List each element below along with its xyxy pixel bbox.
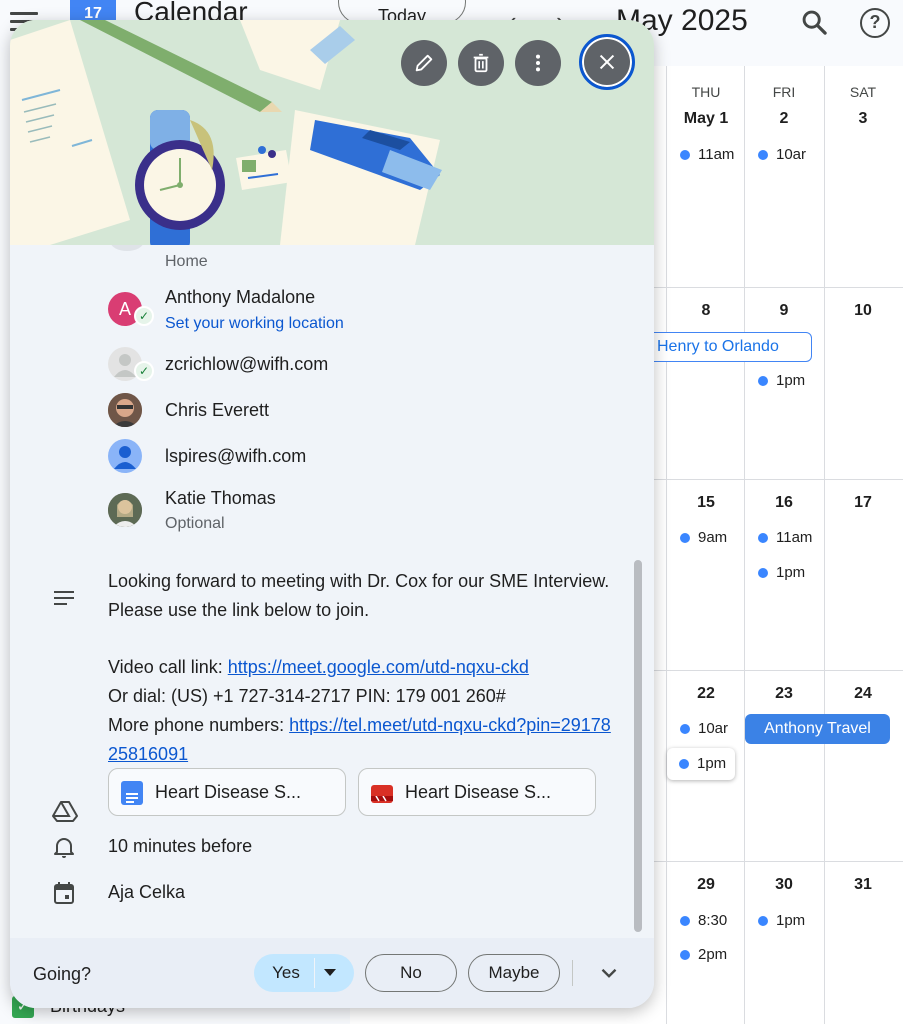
close-icon (599, 54, 615, 70)
rsvp-yes-button[interactable]: Yes (254, 954, 354, 992)
organizer-name: Aja Celka (108, 882, 186, 902)
google-drive-icon (52, 801, 78, 822)
profile-photo (108, 393, 142, 427)
day-number[interactable]: May 1 (667, 110, 745, 128)
day-number[interactable]: 16 (745, 494, 823, 512)
more-vert-icon (535, 54, 541, 72)
calendar-event[interactable]: 9am (680, 529, 740, 546)
event-details-popup: Home A ✓ Anthony Madalone Set your worki… (10, 20, 654, 1008)
event-description: Looking forward to meeting with Dr. Cox … (108, 571, 610, 620)
video-call-link[interactable]: https://meet.google.com/utd-nqxu-ckd (228, 657, 529, 677)
day-number[interactable]: 8 (667, 302, 745, 320)
event-chip-anthony-travel[interactable]: Anthony Travel (745, 714, 890, 744)
description-icon (54, 591, 74, 605)
rsvp-footer: Going? Yes No Maybe (10, 938, 654, 1008)
event-details-content[interactable]: Home A ✓ Anthony Madalone Set your worki… (10, 245, 654, 935)
dial-in-line: Or dial: (US) +1 727-314-2717 PIN: 179 0… (108, 686, 506, 706)
day-number[interactable]: 2 (745, 110, 823, 128)
going-label: Going? (33, 964, 92, 984)
day-number[interactable]: 15 (667, 494, 745, 512)
guest-name: zcrichlow@wifh.com (165, 354, 329, 374)
guest-location: Home (165, 253, 208, 270)
day-number[interactable]: 22 (667, 685, 745, 703)
dow-thu: THU (691, 84, 721, 100)
calendar-event[interactable]: 1pm (758, 564, 818, 581)
rsvp-maybe-button[interactable]: Maybe (468, 954, 560, 992)
guest-optional-label: Optional (165, 515, 225, 532)
help-icon[interactable]: ? (860, 8, 890, 38)
divider (314, 958, 315, 988)
rsvp-no-button[interactable]: No (365, 954, 457, 992)
delete-event-button[interactable] (458, 40, 504, 86)
calendar-event[interactable]: 10ar (758, 146, 814, 163)
attachment-video[interactable]: Heart Disease S... (358, 768, 596, 816)
guest-name: Katie Thomas (165, 488, 276, 508)
attachment-doc[interactable]: Heart Disease S... (108, 768, 346, 816)
search-icon[interactable] (800, 8, 828, 36)
calendar-icon (54, 882, 74, 904)
day-number[interactable]: 23 (745, 685, 823, 703)
calendar-event[interactable]: 10ar (680, 720, 734, 737)
guest-name: Anthony Madalone (165, 287, 316, 307)
edit-event-button[interactable] (401, 40, 447, 86)
video-call-line: Video call link: https://meet.google.com… (108, 657, 529, 677)
rsvp-yes-label[interactable]: Yes (254, 954, 318, 992)
avatar (108, 493, 142, 527)
popup-scrollbar[interactable] (634, 560, 642, 932)
calendar-event[interactable]: 11am (680, 146, 740, 163)
more-options-button[interactable] (515, 40, 561, 86)
calendar-event[interactable]: 1pm (758, 372, 818, 389)
profile-photo (108, 493, 142, 527)
set-working-location-link[interactable]: Set your working location (165, 315, 344, 333)
google-docs-icon (121, 781, 143, 805)
calendar-event[interactable]: 11am (758, 529, 814, 546)
trash-icon (473, 53, 489, 73)
pencil-icon (415, 54, 433, 72)
calendar-event[interactable]: 1pm (758, 912, 818, 929)
dow-sat: SAT (849, 84, 877, 100)
dow-fri: FRI (772, 84, 796, 100)
day-number[interactable]: 31 (824, 876, 902, 894)
day-number[interactable]: 30 (745, 876, 823, 894)
avatar (110, 245, 144, 251)
reminder-text: 10 minutes before (108, 836, 253, 856)
guest-name: lspires@wifh.com (165, 446, 307, 466)
calendar-event[interactable]: 2pm (680, 946, 740, 963)
avatar (108, 393, 142, 427)
divider (572, 960, 573, 986)
accepted-check-icon: ✓ (134, 361, 154, 381)
day-number[interactable]: 3 (824, 110, 902, 128)
day-number[interactable]: 9 (745, 302, 823, 320)
dropdown-arrow-icon[interactable] (324, 969, 336, 976)
bell-icon (54, 838, 74, 858)
day-number[interactable]: 17 (824, 494, 902, 512)
video-clapper-icon (371, 785, 393, 803)
guest-name: Chris Everett (165, 400, 270, 420)
accepted-check-icon: ✓ (134, 306, 154, 326)
calendar-event[interactable]: 8:30 (680, 912, 734, 929)
calendar-event-selected[interactable]: 1pm (667, 748, 735, 780)
phone-numbers-line: More phone numbers: https://tel.meet/utd… (108, 715, 611, 764)
day-number[interactable]: 24 (824, 685, 902, 703)
avatar (108, 439, 142, 473)
chevron-down-icon[interactable] (596, 960, 622, 986)
event-header-illustration (10, 20, 654, 245)
day-number[interactable]: 10 (824, 302, 902, 320)
day-number[interactable]: 29 (667, 876, 745, 894)
event-chip-henry[interactable]: Henry to Orlando (648, 332, 812, 362)
close-popup-button[interactable] (579, 34, 635, 90)
person-icon (114, 446, 136, 469)
